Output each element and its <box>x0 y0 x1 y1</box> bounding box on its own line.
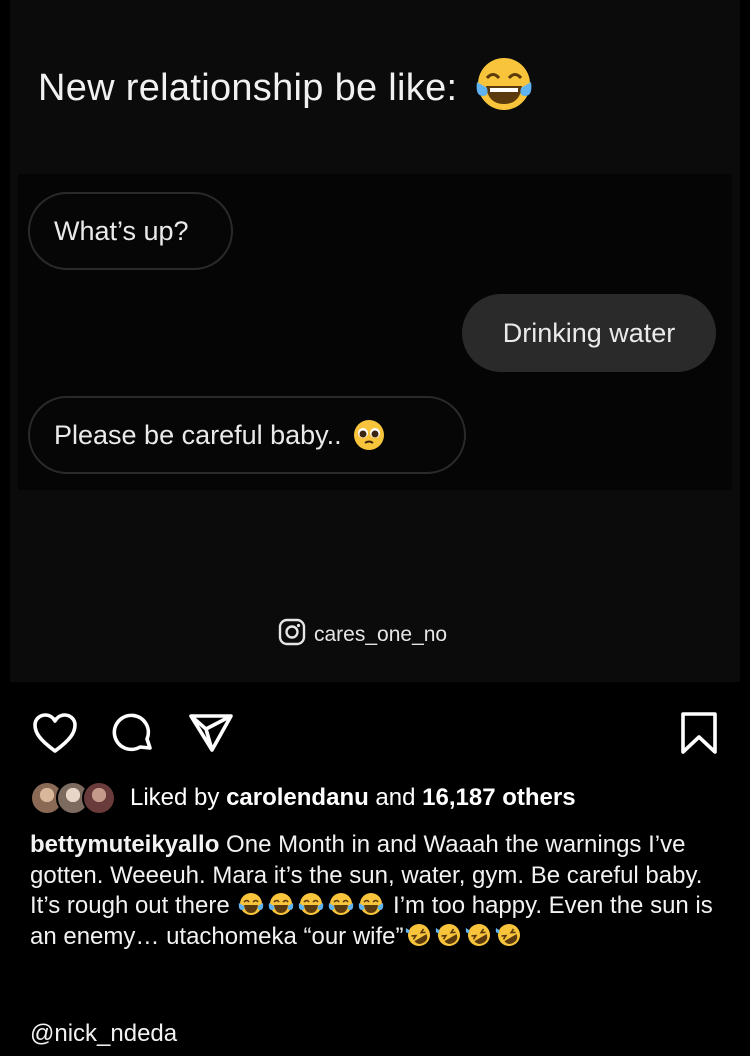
caption-username[interactable]: bettymuteikyallo <box>30 831 219 858</box>
rolling-on-the-floor-laughing-icon <box>494 922 524 948</box>
heart-icon <box>33 713 77 753</box>
likes-count[interactable]: 16,187 others <box>422 784 575 812</box>
tears-of-joy-icon <box>471 54 537 126</box>
rolling-on-the-floor-laughing-icon <box>434 922 464 948</box>
instagram-icon <box>278 618 306 652</box>
pleading-face-icon <box>352 418 386 452</box>
emoji-run-tears-of-joy <box>236 892 386 919</box>
rolling-on-the-floor-laughing-icon <box>464 922 494 948</box>
post-image[interactable]: New relationship be like: What’s up? Dri… <box>0 0 750 688</box>
share-button[interactable] <box>186 708 236 758</box>
likes-prefix: Liked by <box>130 784 227 811</box>
save-button[interactable] <box>674 708 724 758</box>
face-with-tears-of-joy-icon <box>266 891 296 917</box>
liker-username[interactable]: carolendanu <box>226 784 369 812</box>
tagged-user[interactable]: @nick_ndeda <box>30 1020 177 1048</box>
face-with-tears-of-joy-icon <box>296 891 326 917</box>
rolling-on-the-floor-laughing-icon <box>404 922 434 948</box>
watermark: cares_one_no <box>278 618 447 652</box>
caption: bettymuteikyallo One Month in and Waaah … <box>30 830 730 952</box>
avatar <box>82 781 116 815</box>
message-text: Please be careful baby.. <box>54 419 342 450</box>
bookmark-icon <box>681 712 717 754</box>
meme-headline: New relationship be like: <box>38 54 537 126</box>
likes-middle: and <box>368 784 423 811</box>
comment-button[interactable] <box>108 708 158 758</box>
like-button[interactable] <box>30 708 80 758</box>
watermark-handle: cares_one_no <box>314 623 448 646</box>
face-with-tears-of-joy-icon <box>326 891 356 917</box>
emoji-run-rofl <box>404 923 524 950</box>
meme-headline-text: New relationship be like: <box>38 67 458 110</box>
message-received-2: Please be careful baby.. <box>28 396 466 474</box>
face-with-tears-of-joy-icon <box>356 891 386 917</box>
action-bar <box>0 700 750 764</box>
comment-icon <box>112 713 152 752</box>
message-text: What’s up? <box>54 215 189 246</box>
message-received-1: What’s up? <box>28 192 233 270</box>
face-with-tears-of-joy-icon <box>236 891 266 917</box>
message-text: Drinking water <box>502 317 676 348</box>
liker-avatars <box>30 781 122 815</box>
likes-summary[interactable]: Liked by carolendanu and 16,187 others <box>30 780 576 816</box>
message-sent-1: Drinking water <box>462 294 716 372</box>
send-icon <box>189 714 233 752</box>
